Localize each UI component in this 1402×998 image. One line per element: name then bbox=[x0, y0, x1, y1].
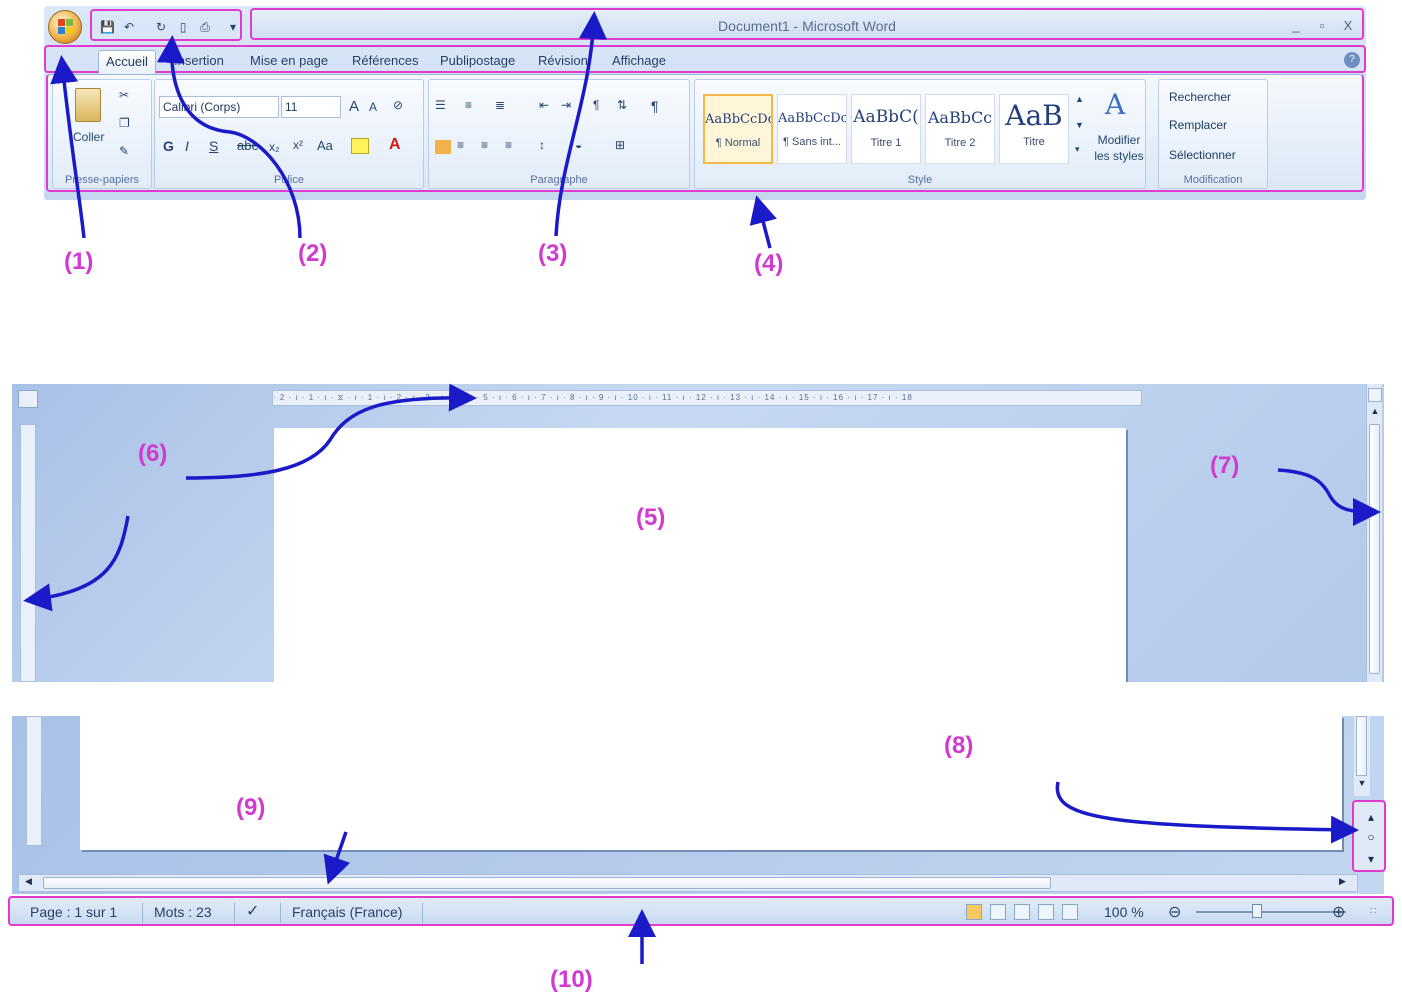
arrow-4 bbox=[749, 195, 777, 249]
arrow-6a bbox=[185, 383, 477, 480]
arrow-2 bbox=[156, 35, 302, 239]
arrow-6b bbox=[23, 515, 130, 612]
arrow-9 bbox=[323, 831, 351, 885]
callout-8: (8) bbox=[944, 732, 974, 759]
annotation-arrows bbox=[23, 11, 1381, 964]
callout-1: (1) bbox=[64, 248, 94, 275]
callout-6: (6) bbox=[138, 440, 168, 467]
callout-10: (10) bbox=[550, 966, 593, 993]
arrow-3 bbox=[554, 11, 607, 237]
callout-2: (2) bbox=[298, 240, 328, 267]
arrow-8 bbox=[1055, 781, 1359, 844]
arrow-1 bbox=[50, 55, 86, 239]
callout-7: (7) bbox=[1210, 452, 1240, 479]
callout-9: (9) bbox=[236, 794, 266, 821]
callout-5: (5) bbox=[636, 504, 666, 531]
callout-3: (3) bbox=[538, 240, 568, 267]
arrow-7 bbox=[1277, 468, 1381, 526]
callout-4: (4) bbox=[754, 250, 784, 277]
